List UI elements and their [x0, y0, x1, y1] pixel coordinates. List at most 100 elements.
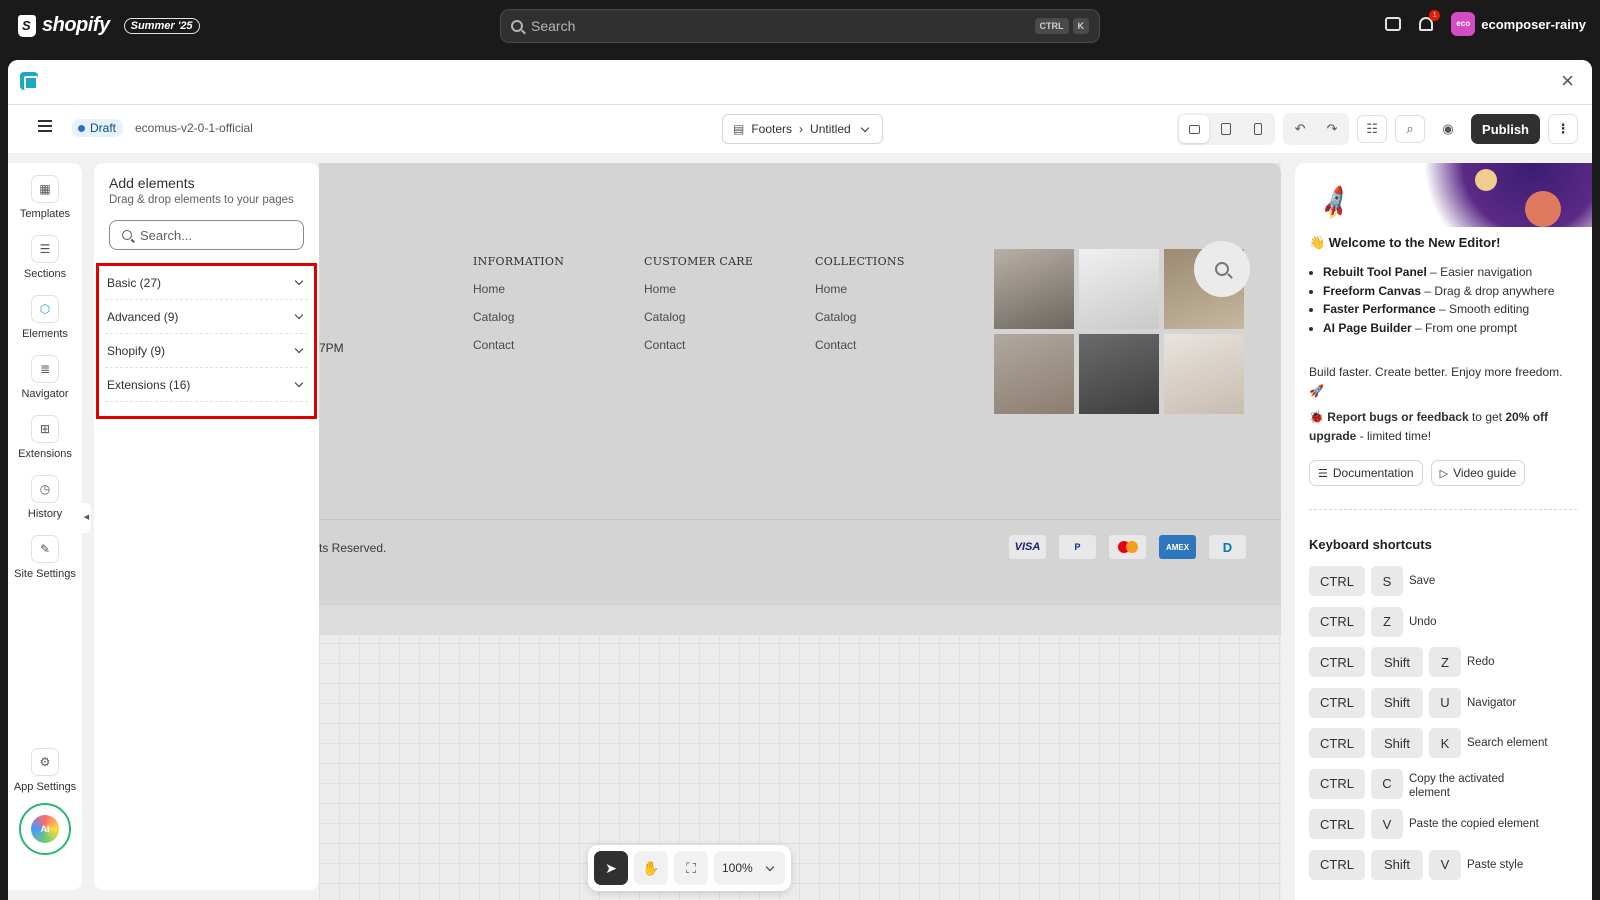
sidebar-item-navigator[interactable]: ≣ Navigator — [8, 355, 82, 400]
preview-search-button[interactable]: ⌕ — [1395, 115, 1425, 143]
footer-link[interactable]: Contact — [815, 338, 905, 352]
footer-preview[interactable]: 7PM INFORMATION Home Catalog Contact CUS… — [319, 163, 1281, 605]
footer-link[interactable]: Contact — [473, 338, 564, 352]
shortcut-row: CTRL Shift U Navigator — [1309, 688, 1579, 729]
video-guide-button[interactable]: ▷Video guide — [1431, 460, 1526, 486]
menu-icon[interactable] — [38, 120, 52, 132]
global-search-input[interactable]: Search CTRL K — [500, 9, 1100, 43]
bell-icon[interactable]: 1 — [1419, 17, 1433, 31]
desktop-view-button[interactable] — [1179, 115, 1209, 143]
close-icon[interactable]: × — [1561, 70, 1574, 92]
ai-icon: AI — [31, 815, 59, 843]
footer-link[interactable]: Home — [644, 282, 753, 296]
shortcut-row: CTRL Shift V Paste style — [1309, 850, 1579, 891]
report-bugs-text: 🐞 Report bugs or feedback to get 20% off… — [1309, 408, 1569, 446]
column-heading: CUSTOMER CARE — [644, 255, 753, 268]
category-extensions[interactable]: Extensions (16) — [105, 368, 308, 402]
user-menu[interactable]: eco ecomposer-rainy — [1451, 12, 1586, 36]
gallery-photo[interactable] — [1164, 334, 1244, 414]
category-advanced[interactable]: Advanced (9) — [105, 300, 308, 334]
chevron-down-icon — [765, 862, 773, 870]
gallery-photo[interactable] — [1079, 249, 1159, 329]
footer-link[interactable]: Contact — [644, 338, 753, 352]
sidebar-item-sections[interactable]: ☰ Sections — [8, 235, 82, 280]
footer-link[interactable]: Catalog — [644, 310, 753, 324]
undo-button[interactable]: ↶ — [1285, 115, 1315, 143]
editor-toolbar: Draft ecomus-v2-0-1-official ▤ Footers ›… — [8, 105, 1592, 153]
paypal-icon: P — [1059, 535, 1096, 559]
search-placeholder: Search — [531, 18, 1031, 34]
sliders-icon: ☷ — [1366, 121, 1378, 137]
store-icon[interactable] — [1385, 17, 1401, 31]
shortcut-k-key: K — [1073, 18, 1090, 34]
footer-link[interactable]: Catalog — [815, 310, 905, 324]
gallery-photo[interactable] — [1079, 334, 1159, 414]
tablet-view-button[interactable] — [1211, 115, 1241, 143]
footer-column-customer-care: CUSTOMER CARE Home Catalog Contact — [644, 255, 753, 352]
documentation-button[interactable]: ☰Documentation — [1309, 460, 1423, 486]
sidebar-item-extensions[interactable]: ⊞ Extensions — [8, 415, 82, 460]
more-options-button[interactable]: ⋮ — [1548, 114, 1578, 144]
key-cap: V — [1371, 809, 1403, 839]
sidebar-item-site-settings[interactable]: ✎ Site Settings — [8, 535, 82, 580]
mobile-view-button[interactable] — [1243, 115, 1273, 143]
feature-item: Faster Performance – Smooth editing — [1323, 300, 1578, 319]
brush-icon: ✎ — [31, 535, 59, 563]
sidebar-item-app-settings[interactable]: ⚙ App Settings — [8, 748, 82, 793]
category-basic[interactable]: Basic (27) — [105, 266, 308, 300]
category-shopify[interactable]: Shopify (9) — [105, 334, 308, 368]
shopify-topbar: shopify Summer '25 Search CTRL K 1 eco e… — [0, 0, 1600, 52]
panel-title: Add elements — [109, 175, 195, 191]
sidebar-item-label: Extensions — [18, 448, 72, 460]
select-tool-button[interactable]: ➤ — [594, 851, 628, 885]
gallery-photo[interactable] — [994, 334, 1074, 414]
shopify-logo[interactable]: shopify Summer '25 — [18, 14, 200, 37]
footer-link[interactable]: Home — [815, 282, 905, 296]
moon-illustration — [1475, 169, 1497, 191]
redo-button[interactable]: ↷ — [1317, 115, 1347, 143]
sidebar-item-label: History — [28, 508, 62, 520]
collapse-panel-handle[interactable]: ◀ — [82, 503, 91, 533]
sidebar-item-history[interactable]: ◷ History — [8, 475, 82, 520]
history-buttons: ↶ ↷ — [1283, 113, 1349, 145]
key-cap: CTRL — [1309, 850, 1365, 880]
panel-divider — [1309, 509, 1577, 510]
key-cap: Shift — [1371, 688, 1423, 718]
column-heading: COLLECTIONS — [815, 255, 905, 268]
hand-icon: ✋ — [642, 860, 659, 877]
gallery-photo[interactable] — [994, 249, 1074, 329]
page-selector[interactable]: ▤ Footers › Untitled — [722, 114, 883, 144]
footer-link[interactable]: Catalog — [473, 310, 564, 324]
gear-icon: ⚙ — [31, 748, 59, 776]
planet-illustration — [1525, 191, 1561, 227]
chevron-down-icon — [860, 123, 868, 131]
key-cap: CTRL — [1309, 566, 1365, 596]
feature-item: Rebuilt Tool Panel – Easier navigation — [1323, 263, 1578, 282]
ai-assistant-button[interactable]: AI — [19, 803, 71, 855]
rocket-icon: 🚀 — [1316, 183, 1356, 223]
search-placeholder: Search... — [140, 228, 192, 243]
publish-button[interactable]: Publish — [1471, 114, 1540, 144]
chevron-down-icon — [295, 277, 303, 285]
elements-icon: ⬡ — [31, 295, 59, 323]
footer-link[interactable]: Home — [473, 282, 564, 296]
elements-search-input[interactable]: Search... — [109, 220, 304, 250]
status-label: Draft — [90, 121, 116, 135]
settings-sliders-button[interactable]: ☷ — [1357, 115, 1387, 143]
sidebar-item-elements[interactable]: ⬡ Elements — [8, 295, 82, 340]
gallery-zoom-button[interactable] — [1194, 241, 1250, 297]
fit-screen-button[interactable]: ⛶ — [674, 851, 708, 885]
hand-tool-button[interactable]: ✋ — [634, 851, 668, 885]
shortcut-row: CTRL Shift Z Redo — [1309, 647, 1579, 688]
device-switcher — [1177, 113, 1275, 145]
feature-item: AI Page Builder – From one prompt — [1323, 319, 1578, 338]
sidebar-item-templates[interactable]: ▦ Templates — [8, 175, 82, 220]
app-header: × — [8, 60, 1592, 105]
search-icon — [1215, 262, 1229, 276]
preview-button[interactable]: ◉ — [1433, 115, 1463, 143]
category-label: Extensions (16) — [107, 378, 190, 392]
zoom-select[interactable]: 100% — [714, 851, 785, 885]
chevron-down-icon — [295, 379, 303, 387]
app-frame: × Draft ecomus-v2-0-1-official ▤ Footers… — [8, 60, 1592, 900]
editor-canvas[interactable]: 7PM INFORMATION Home Catalog Contact CUS… — [319, 163, 1281, 900]
